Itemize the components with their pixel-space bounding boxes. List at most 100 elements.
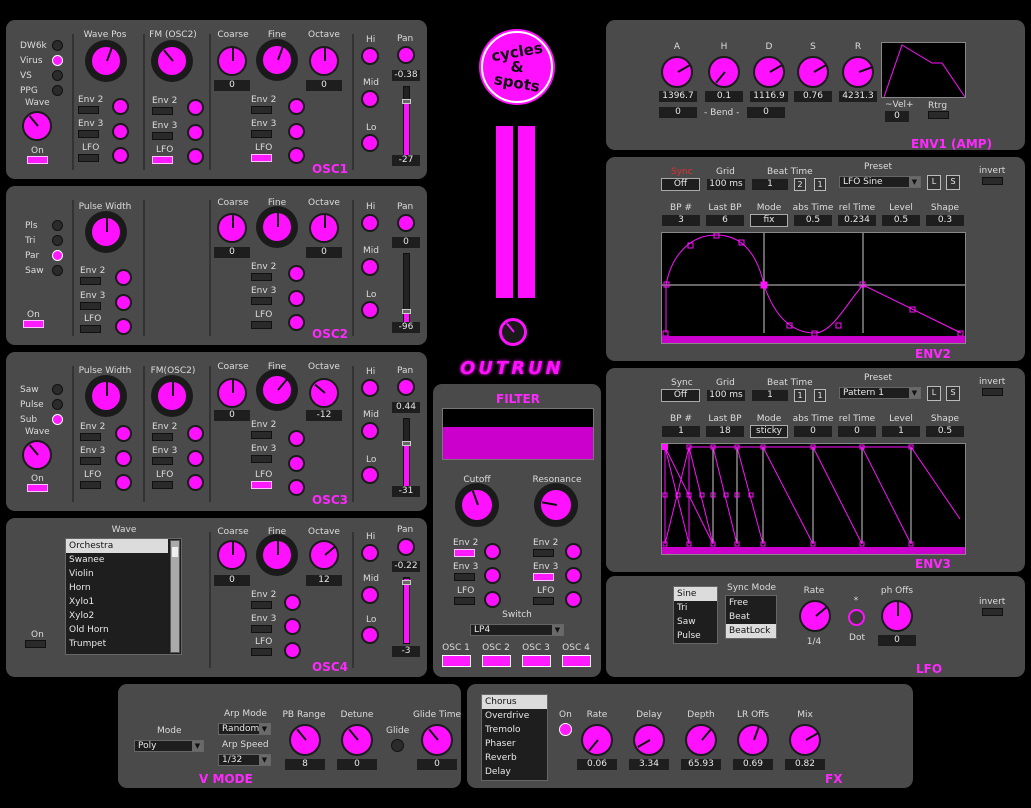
osc1-env3-knob[interactable] bbox=[112, 123, 129, 140]
filter-cutoff-env2-button[interactable] bbox=[454, 549, 475, 557]
osc3-pitch-lfo-button[interactable] bbox=[251, 481, 272, 489]
osc2-level-value[interactable]: -96 bbox=[392, 322, 420, 333]
osc2-lfo-button[interactable] bbox=[80, 325, 101, 333]
env3-beattime-num[interactable]: 1 bbox=[794, 389, 806, 402]
osc1-mode-dw6k-radio[interactable] bbox=[52, 40, 63, 51]
osc2-env3-knob[interactable] bbox=[115, 294, 132, 311]
osc2-pitch-env3-button[interactable] bbox=[251, 297, 272, 305]
env2-graph[interactable] bbox=[661, 232, 966, 344]
env2-save-button[interactable]: S bbox=[946, 175, 960, 190]
osc2-mode-par-radio[interactable] bbox=[52, 250, 63, 261]
osc2-hi-knob[interactable] bbox=[361, 214, 379, 232]
osc3-env3-knob[interactable] bbox=[115, 450, 132, 467]
osc4-octave-value[interactable]: 12 bbox=[306, 575, 342, 586]
osc1-pitch-env3-knob[interactable] bbox=[288, 123, 305, 140]
osc1-octave-knob[interactable] bbox=[309, 46, 339, 76]
osc1-fm-env2-knob[interactable] bbox=[187, 99, 204, 116]
env3-invert-toggle[interactable] bbox=[982, 388, 1003, 396]
env2-mode-button[interactable]: fix bbox=[750, 214, 788, 227]
fx-type-list[interactable]: Chorus Overdrive Tremolo Phaser Reverb D… bbox=[481, 694, 548, 781]
osc3-on-toggle[interactable] bbox=[27, 484, 48, 492]
osc4-wave-item[interactable]: Trumpet bbox=[66, 637, 181, 651]
env1-bend-left-value[interactable]: 0 bbox=[659, 107, 697, 118]
env1-release-value[interactable]: 4231.3 bbox=[839, 91, 877, 102]
osc4-wave-item[interactable]: Swanee bbox=[66, 553, 181, 567]
filter-osc3-toggle[interactable] bbox=[522, 655, 551, 667]
osc3-pitch-env3-button[interactable] bbox=[251, 455, 272, 463]
osc1-lfo-button[interactable] bbox=[78, 154, 99, 162]
fx-on-toggle[interactable] bbox=[559, 723, 572, 736]
fx-type-item[interactable]: Overdrive bbox=[482, 709, 547, 723]
lfo-syncmode-item[interactable]: Beat bbox=[726, 610, 776, 624]
osc3-pitch-env3-knob[interactable] bbox=[288, 455, 305, 472]
osc3-mode-pulse-radio[interactable] bbox=[52, 399, 63, 410]
osc1-fm-knob[interactable] bbox=[156, 45, 188, 77]
osc1-fm-lfo-button[interactable] bbox=[152, 156, 173, 164]
osc4-coarse-knob[interactable] bbox=[217, 540, 247, 570]
osc1-pitch-lfo-button[interactable] bbox=[251, 154, 272, 162]
filter-res-lfo-knob[interactable] bbox=[565, 591, 582, 608]
osc2-pw-knob[interactable] bbox=[90, 216, 122, 248]
osc3-env2-knob[interactable] bbox=[115, 425, 132, 442]
lfo-rate-knob[interactable] bbox=[799, 600, 831, 632]
osc1-mode-virus-radio[interactable] bbox=[52, 55, 63, 66]
filter-res-env2-button[interactable] bbox=[533, 549, 554, 557]
osc3-pitch-env2-knob[interactable] bbox=[288, 430, 305, 447]
osc2-mid-knob[interactable] bbox=[361, 258, 379, 276]
env3-beattime-value[interactable]: 1 bbox=[752, 390, 788, 401]
osc4-wave-item[interactable]: Xylo2 bbox=[66, 609, 181, 623]
osc1-on-toggle[interactable] bbox=[27, 156, 48, 164]
env2-sync-button[interactable]: Off bbox=[661, 178, 700, 191]
osc1-wavepos-knob[interactable] bbox=[90, 45, 122, 77]
filter-cutoff-lfo-button[interactable] bbox=[454, 597, 475, 605]
fx-type-item[interactable]: Delay bbox=[482, 765, 547, 779]
vmode-detune-knob[interactable] bbox=[341, 724, 373, 756]
osc3-level-value[interactable]: -31 bbox=[392, 486, 420, 497]
env1-decay-knob[interactable] bbox=[753, 56, 785, 88]
lfo-wave-item[interactable]: Saw bbox=[674, 615, 717, 629]
env3-level-value[interactable]: 1 bbox=[882, 426, 920, 437]
lfo-invert-toggle[interactable] bbox=[982, 608, 1003, 616]
env1-retrigger-toggle[interactable] bbox=[928, 111, 949, 119]
osc3-wave-knob[interactable] bbox=[22, 440, 52, 470]
osc4-pitch-lfo-knob[interactable] bbox=[284, 642, 301, 659]
osc1-fm-env3-button[interactable] bbox=[152, 132, 173, 140]
osc3-lfo-knob[interactable] bbox=[115, 474, 132, 491]
osc2-mode-tri-radio[interactable] bbox=[52, 235, 63, 246]
env3-grid-value[interactable]: 100 ms bbox=[707, 390, 745, 401]
osc2-pitch-lfo-button[interactable] bbox=[251, 321, 272, 329]
fx-rate-knob[interactable] bbox=[581, 724, 613, 756]
env3-shape-value[interactable]: 0.5 bbox=[926, 426, 964, 437]
fx-depth-knob[interactable] bbox=[685, 724, 717, 756]
vmode-glidetime-value[interactable]: 0 bbox=[417, 759, 457, 770]
master-volume-knob[interactable] bbox=[499, 318, 527, 346]
vmode-mode-dropdown[interactable]: Poly ▼ bbox=[134, 740, 204, 752]
env2-invert-toggle[interactable] bbox=[982, 177, 1003, 185]
osc2-octave-knob[interactable] bbox=[309, 213, 339, 243]
filter-osc2-toggle[interactable] bbox=[482, 655, 511, 667]
osc2-lo-knob[interactable] bbox=[361, 301, 379, 319]
osc1-level-value[interactable]: -27 bbox=[392, 155, 420, 166]
osc3-level-slider[interactable] bbox=[402, 418, 411, 488]
lfo-phoffs-value[interactable]: 0 bbox=[878, 635, 916, 646]
osc1-pan-knob[interactable] bbox=[397, 46, 415, 64]
osc2-pitch-env2-knob[interactable] bbox=[288, 265, 305, 282]
osc1-coarse-knob[interactable] bbox=[217, 46, 247, 76]
filter-res-env3-button[interactable] bbox=[533, 573, 554, 581]
osc1-mode-ppg-radio[interactable] bbox=[52, 85, 63, 96]
env3-abstime-value[interactable]: 0 bbox=[794, 426, 832, 437]
env1-release-knob[interactable] bbox=[842, 56, 874, 88]
env2-level-value[interactable]: 0.5 bbox=[882, 215, 920, 226]
env3-save-button[interactable]: S bbox=[946, 386, 960, 401]
osc3-hi-knob[interactable] bbox=[361, 379, 379, 397]
osc3-coarse-knob[interactable] bbox=[217, 378, 247, 408]
vmode-arpspeed-dropdown[interactable]: 1/32 ▼ bbox=[218, 754, 271, 766]
osc2-fine-knob[interactable] bbox=[261, 211, 293, 243]
env2-load-button[interactable]: L bbox=[927, 175, 941, 190]
env2-lastbp-value[interactable]: 6 bbox=[706, 215, 744, 226]
env3-beattime-den[interactable]: 1 bbox=[814, 389, 826, 402]
filter-cutoff-env3-button[interactable] bbox=[454, 573, 475, 581]
vmode-detune-value[interactable]: 0 bbox=[337, 759, 377, 770]
env3-bp-value[interactable]: 1 bbox=[662, 426, 700, 437]
env1-sustain-value[interactable]: 0.76 bbox=[794, 91, 832, 102]
